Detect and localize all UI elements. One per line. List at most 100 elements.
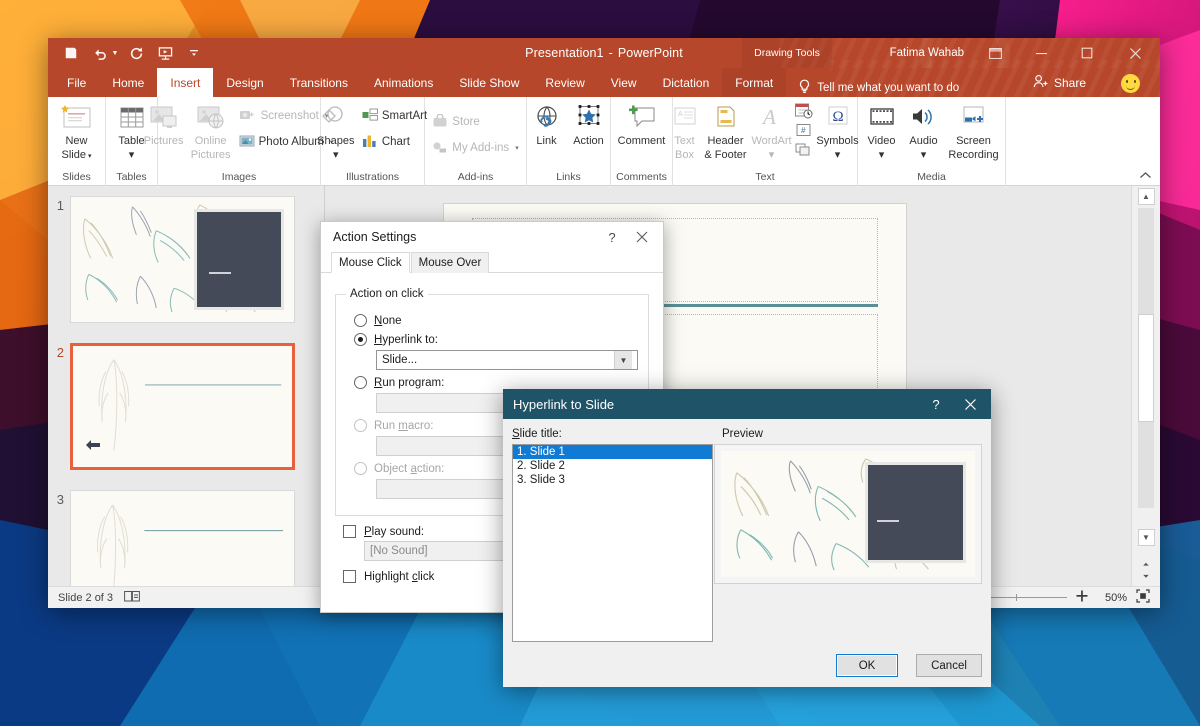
restore-icon[interactable]: [1064, 38, 1110, 68]
zoom-in-icon[interactable]: [1076, 590, 1088, 605]
tab-transitions[interactable]: Transitions: [277, 68, 361, 97]
fit-slide-to-window-icon[interactable]: [1136, 589, 1150, 606]
video-button[interactable]: Video ▾: [861, 100, 903, 161]
radio-button-selected[interactable]: [354, 333, 367, 346]
cancel-button[interactable]: Cancel: [916, 654, 982, 677]
link-button[interactable]: Link: [527, 100, 567, 148]
collapse-ribbon-button[interactable]: [1139, 171, 1152, 183]
send-a-smile-feedback-icon[interactable]: [1121, 74, 1140, 93]
tab-dictation[interactable]: Dictation: [650, 68, 723, 97]
smartart-button[interactable]: SmartArt: [358, 104, 431, 128]
header-footer-label-line2: & Footer: [704, 149, 746, 162]
hyperlink-to-combobox[interactable]: Slide... ▼: [376, 350, 638, 370]
wordart-button[interactable]: A WordArt ▾: [750, 100, 794, 161]
screen-recording-button[interactable]: Screen Recording: [945, 100, 1003, 161]
comment-icon: [626, 102, 658, 134]
dropdown-caret-icon[interactable]: ▾: [515, 144, 519, 152]
tab-mouse-over[interactable]: Mouse Over: [411, 252, 490, 273]
previous-slide-icon[interactable]: ⏶: [1143, 560, 1149, 570]
tab-design[interactable]: Design: [213, 68, 276, 97]
radio-button[interactable]: [354, 314, 367, 327]
video-dropdown-caret-icon[interactable]: ▾: [879, 149, 885, 162]
play-sound-checkbox[interactable]: [343, 525, 356, 538]
header-footer-button[interactable]: Header & Footer: [702, 100, 750, 161]
link-icon: [532, 102, 562, 134]
slide-thumbnail-pane[interactable]: 1: [48, 186, 325, 586]
tab-review[interactable]: Review: [532, 68, 597, 97]
store-button[interactable]: Store: [428, 110, 522, 134]
chart-button[interactable]: Chart: [358, 130, 431, 154]
help-icon[interactable]: ?: [597, 223, 627, 251]
undo-icon[interactable]: [87, 41, 113, 65]
online-pictures-button[interactable]: Online Pictures: [187, 100, 235, 161]
dropdown-caret-icon[interactable]: ▾: [86, 153, 91, 160]
scrollbar-track[interactable]: [1138, 208, 1154, 508]
new-slide-button[interactable]: New Slide ▾: [49, 100, 105, 161]
pictures-button[interactable]: Pictures: [141, 100, 187, 148]
tab-view[interactable]: View: [598, 68, 650, 97]
scroll-up-icon[interactable]: ▲: [1138, 188, 1155, 205]
shapes-button[interactable]: Shapes ▾: [314, 100, 358, 161]
date-time-icon[interactable]: [794, 102, 813, 122]
tab-animations[interactable]: Animations: [361, 68, 446, 97]
help-icon[interactable]: ?: [919, 389, 953, 419]
scrollbar-thumb[interactable]: [1138, 314, 1154, 422]
close-icon[interactable]: [627, 223, 657, 251]
list-item[interactable]: 3. Slide 3: [513, 473, 712, 487]
highlight-click-checkbox[interactable]: [343, 570, 356, 583]
thumbnail-row-3[interactable]: 3: [48, 490, 325, 586]
minimize-icon[interactable]: [1018, 38, 1064, 68]
radio-run-program[interactable]: Run program:: [354, 376, 638, 389]
store-icon: [432, 114, 448, 131]
audio-dropdown-caret-icon[interactable]: ▾: [921, 149, 927, 162]
ribbon-display-options-icon[interactable]: [972, 38, 1018, 68]
slide-thumbnail-2[interactable]: [70, 343, 295, 470]
ribbon-group-label: Comments: [616, 171, 667, 186]
table-dropdown-caret-icon[interactable]: ▾: [129, 149, 135, 162]
account-name[interactable]: Fatima Wahab: [890, 38, 964, 68]
radio-none[interactable]: None: [354, 314, 638, 327]
tab-insert[interactable]: Insert: [157, 68, 213, 97]
slide-number-icon[interactable]: #: [794, 123, 813, 141]
next-slide-icon[interactable]: ⏷: [1143, 572, 1149, 582]
tab-home[interactable]: Home: [99, 68, 157, 97]
symbols-dropdown-caret-icon[interactable]: ▾: [835, 149, 841, 162]
start-from-beginning-icon[interactable]: [152, 41, 178, 65]
slide-thumbnail-1[interactable]: [70, 196, 295, 323]
close-icon[interactable]: [953, 389, 987, 419]
chevron-down-icon[interactable]: ▼: [614, 351, 632, 369]
object-icon[interactable]: [794, 142, 813, 160]
my-add-ins-button[interactable]: My Add-ins ▾: [428, 136, 522, 160]
radio-hyperlink-to[interactable]: Hyperlink to:: [354, 333, 638, 346]
vertical-scrollbar[interactable]: ▲ ▼ ⏶ ⏷: [1131, 186, 1160, 586]
header-footer-icon: [712, 102, 740, 134]
audio-button[interactable]: Audio ▾: [903, 100, 945, 161]
tab-mouse-click[interactable]: Mouse Click: [331, 252, 410, 273]
scroll-down-icon[interactable]: ▼: [1138, 529, 1155, 546]
save-icon[interactable]: [58, 41, 84, 65]
list-item[interactable]: 2. Slide 2: [513, 459, 712, 473]
customize-quick-access-toolbar-icon[interactable]: [181, 41, 207, 65]
slide-thumbnail-3[interactable]: [70, 490, 295, 586]
shapes-dropdown-caret-icon[interactable]: ▾: [333, 149, 339, 162]
action-button[interactable]: Action: [567, 100, 611, 148]
radio-button[interactable]: [354, 376, 367, 389]
list-item[interactable]: 1. Slide 1: [513, 445, 712, 459]
slide-title-listbox[interactable]: 1. Slide 1 2. Slide 2 3. Slide 3: [512, 444, 713, 642]
close-icon[interactable]: [1110, 38, 1160, 68]
share-button[interactable]: Share: [1033, 68, 1086, 97]
tell-me-search[interactable]: Tell me what you want to do: [798, 79, 959, 97]
redo-icon[interactable]: [123, 41, 149, 65]
text-box-button[interactable]: A Text Box: [668, 100, 702, 161]
tab-format[interactable]: Format: [722, 68, 786, 97]
dash-line: [877, 520, 899, 522]
thumbnail-row-2[interactable]: 2: [48, 343, 325, 470]
tab-slide-show[interactable]: Slide Show: [446, 68, 532, 97]
highlight-click-label: Highlight click: [364, 571, 434, 583]
wordart-dropdown-caret-icon[interactable]: ▾: [769, 149, 775, 162]
notes-icon[interactable]: [124, 590, 140, 606]
zoom-percent[interactable]: 50%: [1097, 592, 1127, 604]
thumbnail-row-1[interactable]: 1: [48, 196, 325, 323]
ok-button[interactable]: OK: [836, 654, 898, 677]
tab-file[interactable]: File: [54, 68, 99, 97]
